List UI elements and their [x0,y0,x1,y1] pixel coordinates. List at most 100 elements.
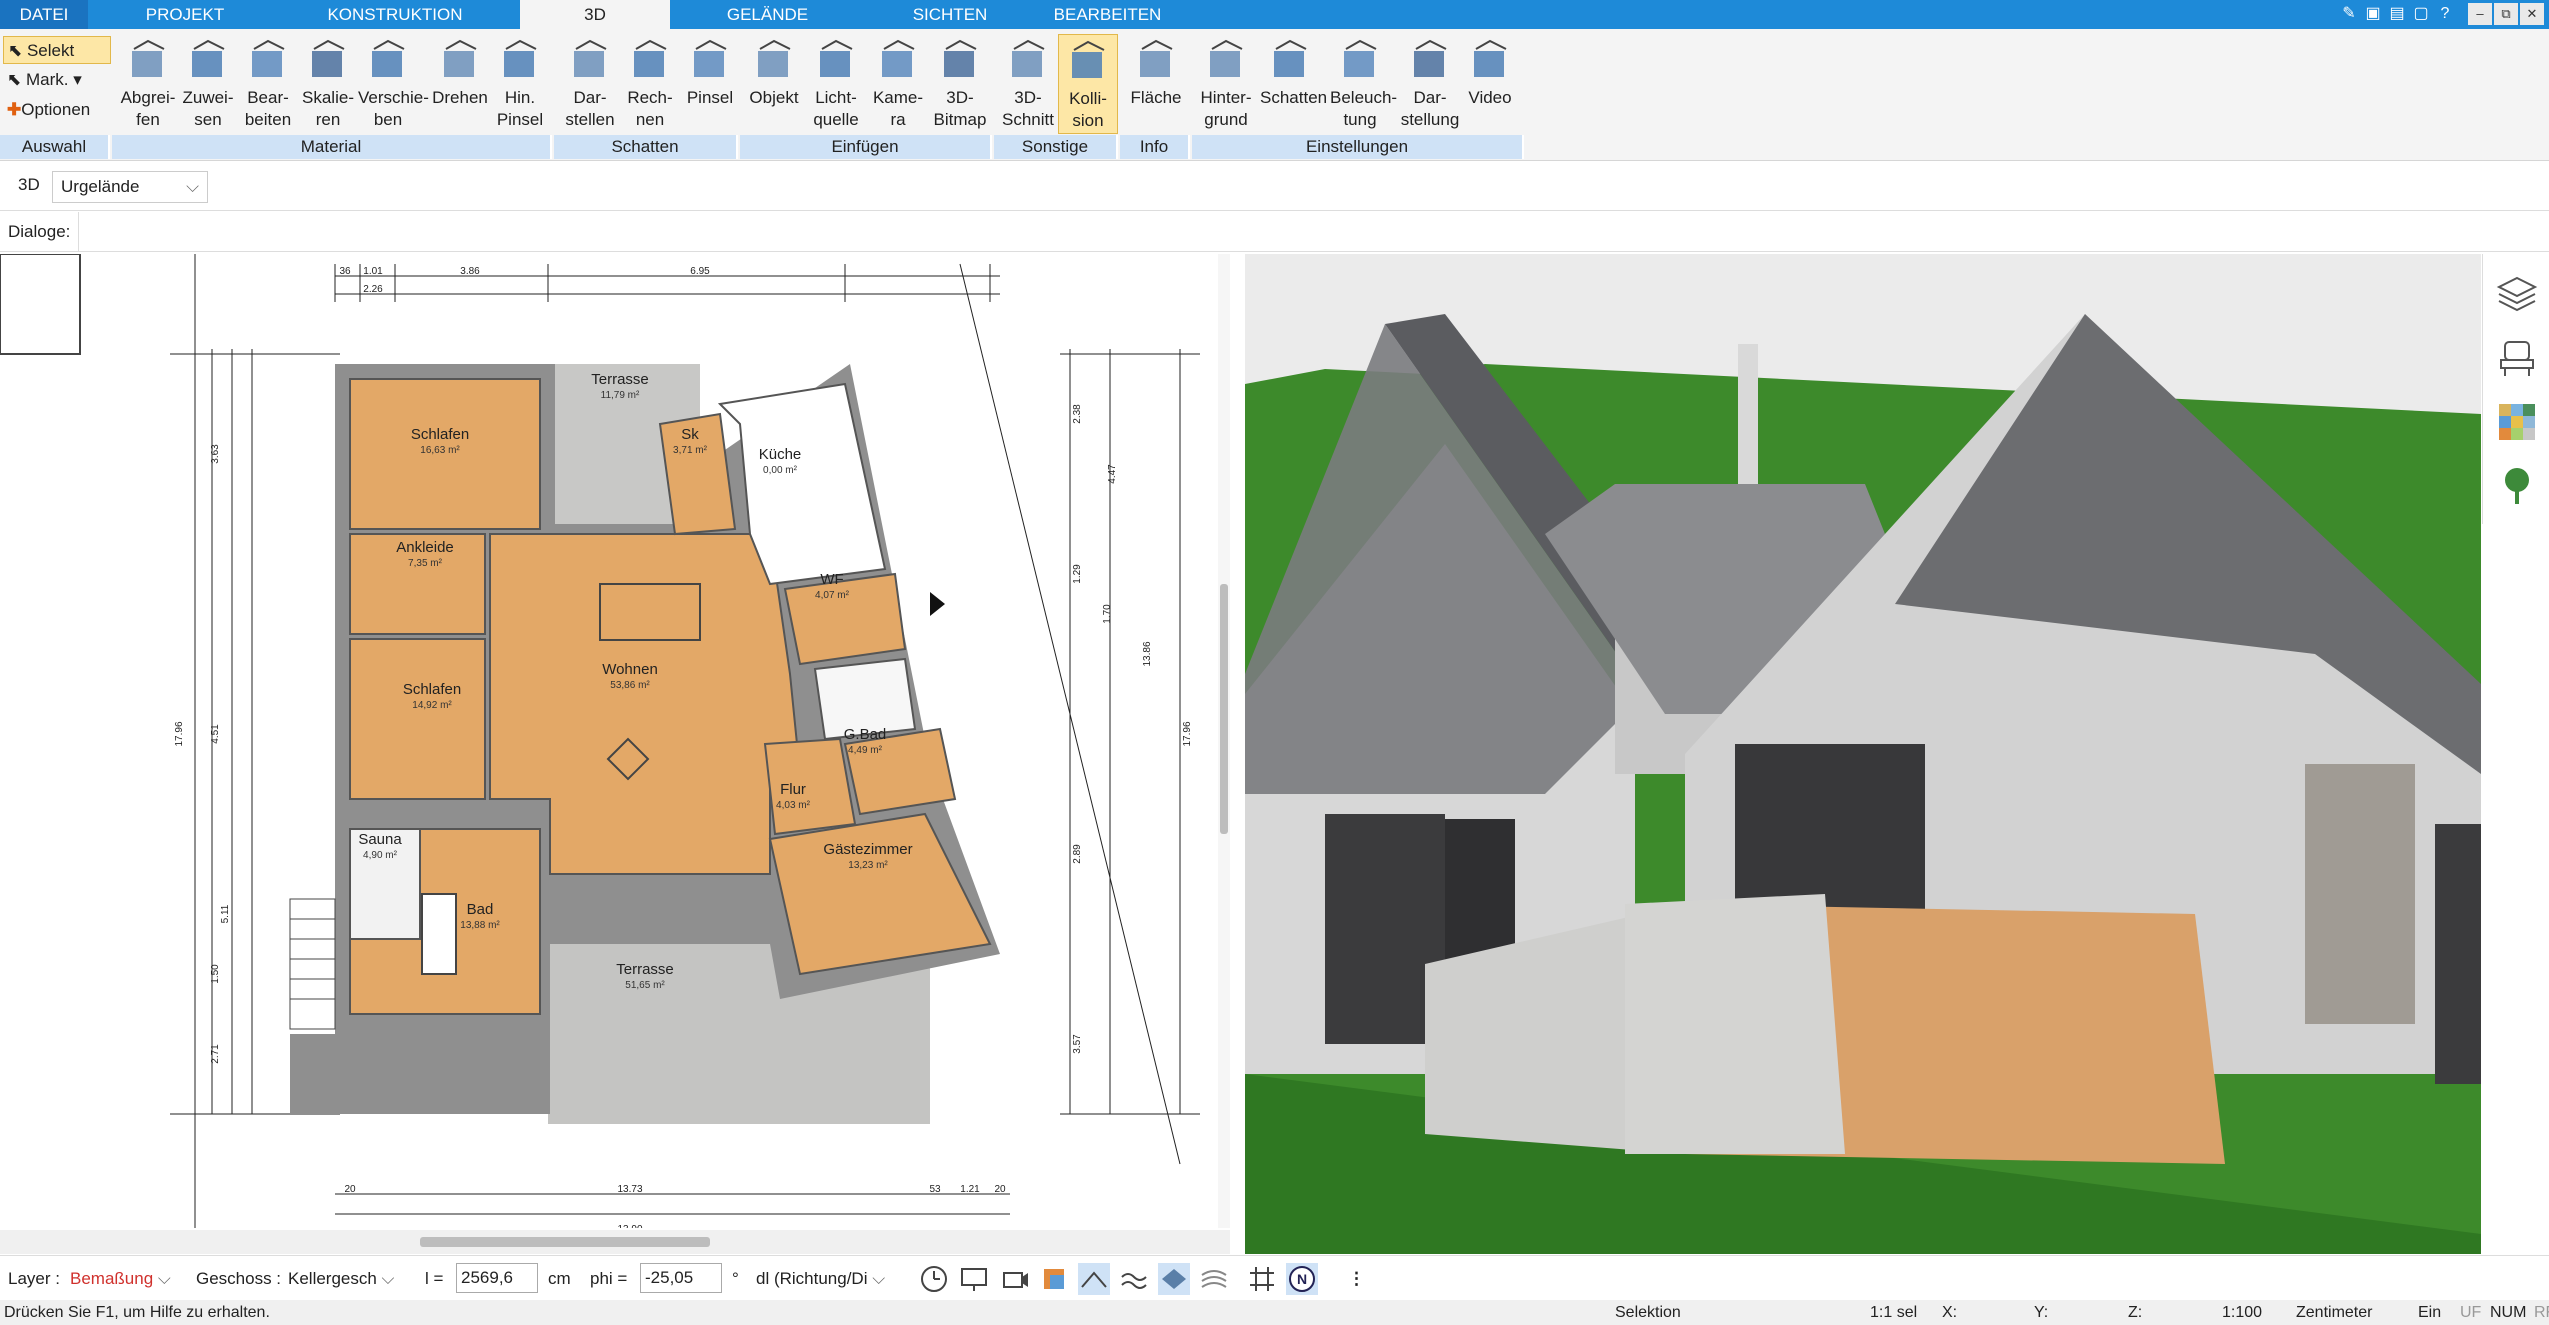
3d-bitmap-button[interactable]: 3D- Bitmap [930,34,990,134]
floor-plan-view[interactable]: Terrasse 11,79 m² Schlafen 16,63 m² Sk 3,71 m… [0,254,1230,1228]
mark-button[interactable]: ⬉ Mark. ▾ [3,66,111,94]
tab-bearbeiten[interactable]: BEARBEITEN [1040,0,1175,29]
dimension-label: 20 [344,1184,356,1195]
help-icon[interactable]: ? [2434,3,2456,25]
grid-icon[interactable] [1246,1263,1278,1295]
plus-icon: ✚ [7,100,22,119]
scale-sel-text: 1:1 sel [1870,1304,1918,1321]
darstellung-button[interactable]: Dar-stellung [1400,34,1460,134]
length-input[interactable]: 2569,6 [456,1263,538,1293]
3d-render-svg[interactable] [1245,254,2481,1254]
objekt-button[interactable]: Objekt [744,34,804,134]
hintergrund-label: grund [1204,110,1248,129]
hin-pinsel-label: Pinsel [496,110,544,129]
restore-icon[interactable]: ⧉ [2494,3,2518,25]
phi-input[interactable]: -25,05 [640,1263,722,1293]
layers-icon[interactable] [2495,272,2539,316]
floor-plan-svg[interactable]: Terrasse 11,79 m² Schlafen 16,63 m² Sk 3,71 m… [0,254,1230,1228]
optionen-button[interactable]: ✚Optionen [3,96,111,124]
zuweisen-button[interactable]: Zuwei-sen [178,34,238,134]
room-name-label: Ankleide [396,539,454,556]
flaeche-button[interactable]: Fläche [1126,34,1186,134]
save-icon[interactable]: ▣ [2362,3,2384,25]
verschieben-icon [372,39,405,77]
tab-datei[interactable]: DATEI [0,0,88,29]
plan-horizontal-scrollbar[interactable] [0,1230,1230,1254]
verschieben-label: Verschie- [358,88,429,107]
camera-icon[interactable] [998,1263,1030,1295]
kollision-button[interactable]: Kolli-sion [1058,34,1118,134]
scroll-thumb[interactable] [1220,584,1228,834]
furniture-chair-icon[interactable] [2495,336,2539,380]
close-icon[interactable]: ✕ [2520,3,2544,25]
lichtquelle-icon [820,39,853,77]
selektion-text: Selektion [1615,1304,1681,1321]
abgreifen-label: fen [136,110,160,129]
layer-dropdown[interactable]: Bemaßung ⌵ [70,1256,180,1301]
terrain-dropdown[interactable]: Urgelände ⌵ [52,171,208,203]
darstellen-button[interactable]: Dar-stellen [560,34,620,134]
rechnen-label: nen [635,110,665,129]
cube-color-icon[interactable] [1038,1263,1070,1295]
video-button[interactable]: Video [1460,34,1520,134]
terrain-icon[interactable] [1198,1263,1230,1295]
bearbeiten-label: Bear- [247,88,289,107]
roof-view-icon[interactable] [1078,1263,1110,1295]
tab-gelaende[interactable]: GELÄNDE [700,0,835,29]
tools-icon[interactable]: ✎ [2338,3,2360,25]
dimension-label: 1.01 [363,266,383,277]
lichtquelle-button[interactable]: Licht-quelle [806,34,866,134]
lichtquelle-label: Licht- [815,88,857,107]
skalieren-button[interactable]: Skalie-ren [298,34,358,134]
kamera-button[interactable]: Kame-ra [868,34,928,134]
materials-palette-icon[interactable] [2495,400,2539,444]
plan-vertical-scrollbar[interactable] [1218,254,1230,1228]
more-icon[interactable]: ⋮ [1348,1256,1365,1301]
tab-konstruktion[interactable]: KONSTRUKTION [300,0,490,29]
wave-icon[interactable] [1118,1263,1150,1295]
verschieben-label: ben [373,110,403,129]
abgreifen-button[interactable]: Abgrei-fen [118,34,178,134]
room-name-label: Wohnen [602,661,658,678]
room-wf [783,572,907,666]
room-area-label: 51,65 m² [625,980,665,991]
schatten-einstellung-button[interactable]: Schatten [1260,34,1327,134]
dimension-label: 2.38 [1072,404,1083,424]
3d-schnitt-label: 3D- [1014,88,1042,107]
direction-dropdown[interactable]: dl (Richtung/Di ⌵ [756,1256,896,1301]
phi-label: phi = [590,1269,628,1288]
geschoss-value: Kellergesch [288,1269,377,1288]
hintergrund-button[interactable]: Hinter-grund [1196,34,1256,134]
tab-sichten[interactable]: SICHTEN [880,0,1020,29]
monitor-icon[interactable] [958,1263,990,1295]
bearbeiten-icon [252,39,285,77]
plane-view-icon[interactable] [1158,1263,1190,1295]
room-area-label: 14,92 m² [412,700,452,711]
geschoss-dropdown[interactable]: Kellergesch ⌵ [288,1256,400,1301]
north-icon[interactable]: N [1286,1263,1318,1295]
minimize-icon[interactable]: – [2468,3,2492,25]
darstellung-icon [1414,39,1447,77]
3d-schnitt-button[interactable]: 3D- Schnitt [998,34,1058,134]
pinsel-button[interactable]: Pinsel [680,34,740,134]
tree-icon[interactable] [2495,464,2539,508]
hin-pinsel-button[interactable]: Hin. Pinsel [490,34,550,134]
drehen-button[interactable]: Drehen [430,34,490,134]
room-flur [763,737,857,836]
menu-bar: DATEI PROJEKT KONSTRUKTION 3D GELÄNDE SI… [0,0,2549,29]
folder-icon[interactable]: ▤ [2386,3,2408,25]
uf-text: UF [2460,1304,2482,1321]
beleuchtung-button[interactable]: Beleuch-tung [1330,34,1397,134]
clock-icon[interactable] [918,1263,950,1295]
3d-view[interactable] [1245,254,2481,1254]
tab-projekt[interactable]: PROJEKT [120,0,250,29]
tab-3d[interactable]: 3D [520,0,670,29]
window-icon[interactable]: ▢ [2410,3,2432,25]
svg-text:N: N [1297,1271,1307,1287]
rechnen-button[interactable]: Rech-nen [620,34,680,134]
scroll-thumb[interactable] [420,1237,710,1247]
verschieben-button[interactable]: Verschie-ben [358,34,429,134]
bearbeiten-button[interactable]: Bear-beiten [238,34,298,134]
room-area-label: 0,00 m² [763,465,798,476]
selekt-button[interactable]: ⬉ Selekt [3,36,111,64]
